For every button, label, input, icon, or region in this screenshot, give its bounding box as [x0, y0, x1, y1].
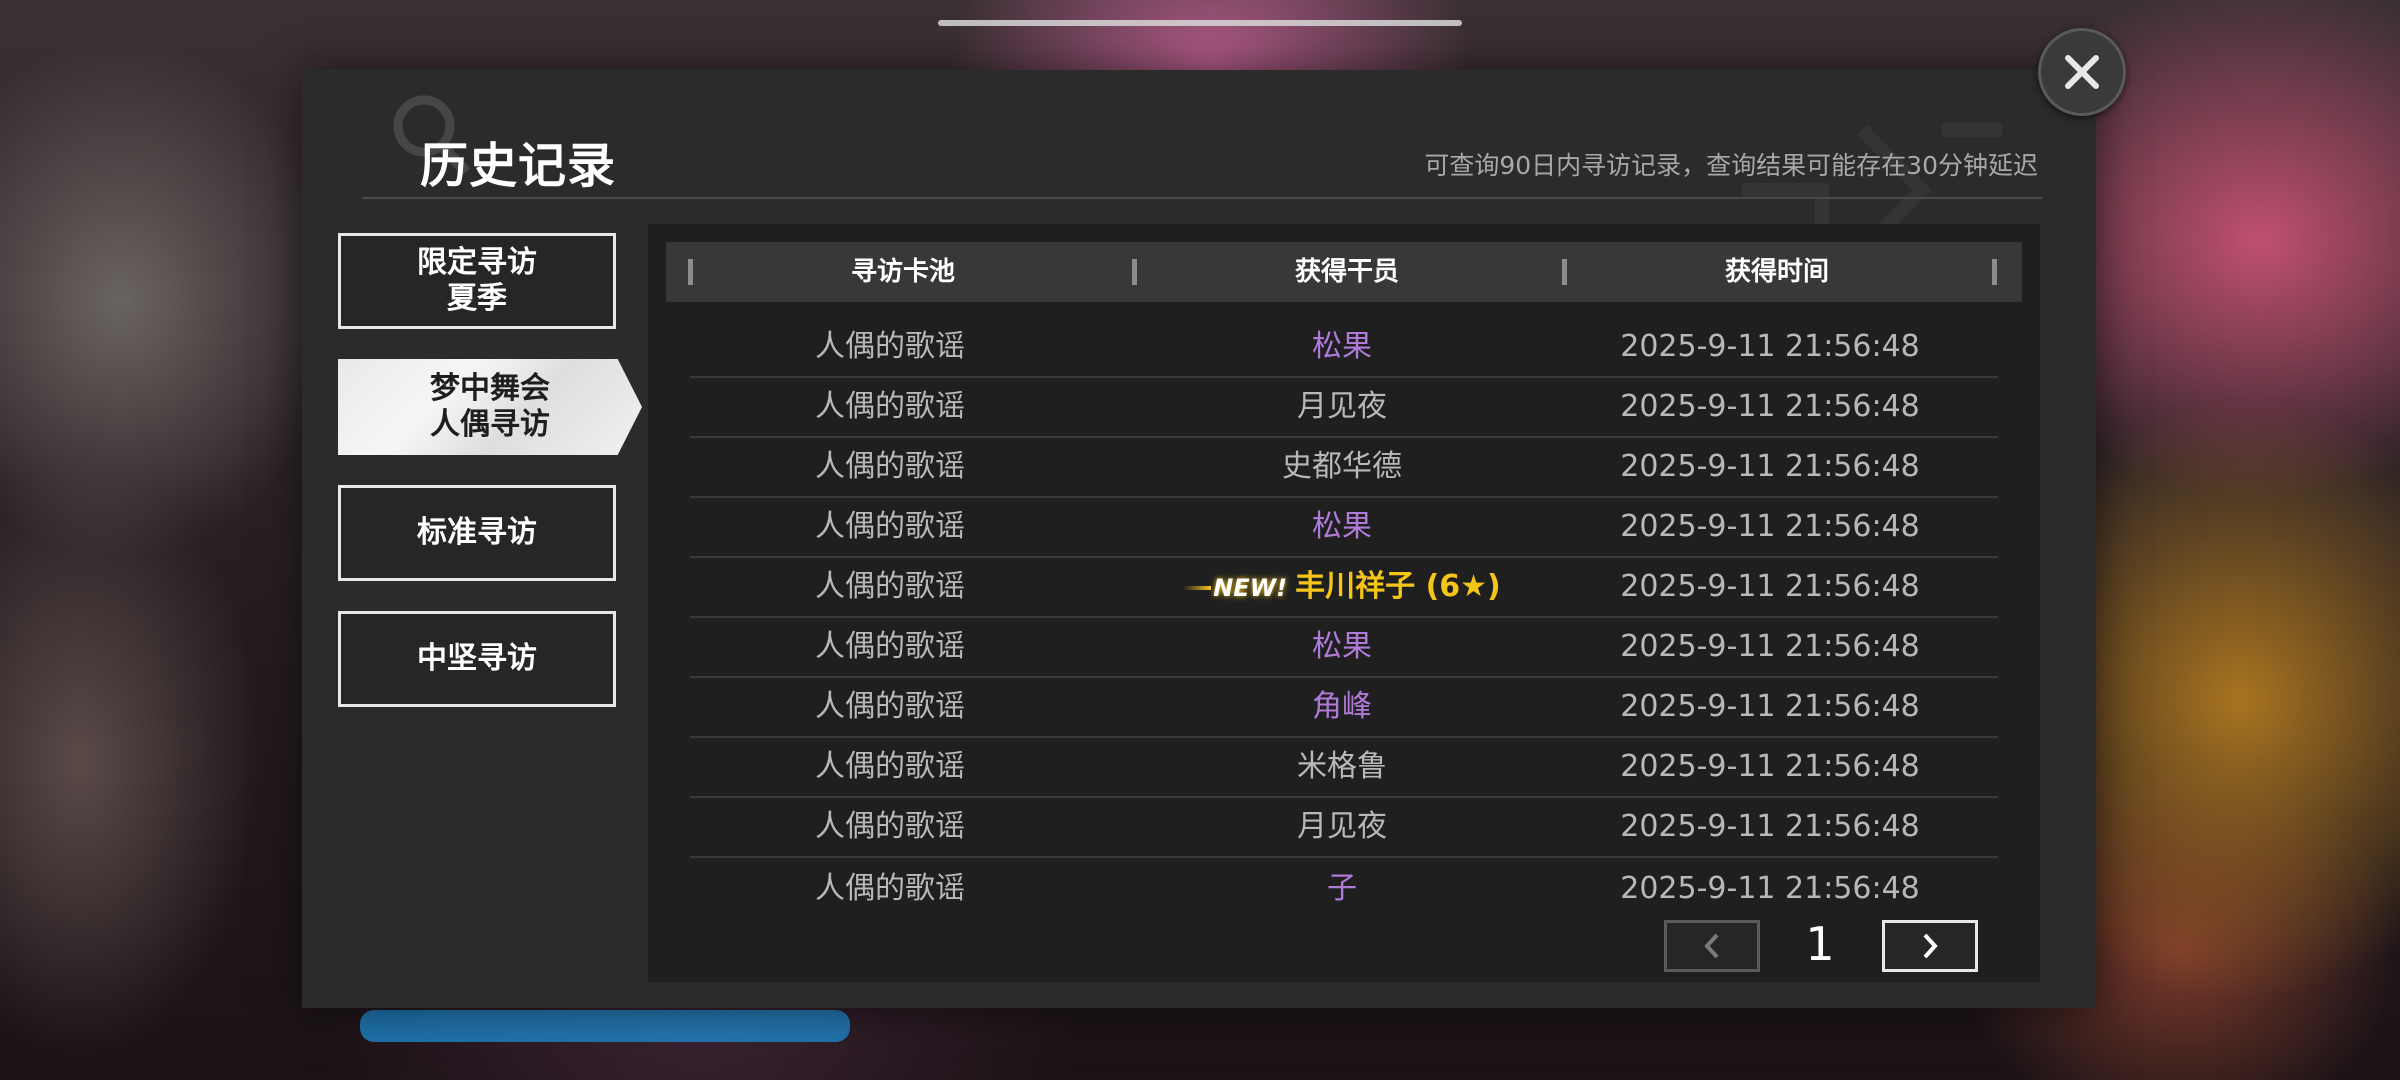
tab-dream-ball-doll[interactable]: 梦中舞会 人偶寻访	[338, 359, 642, 455]
header-pool: 寻访卡池	[850, 257, 955, 287]
cell-time: 2025-9-11 21:56:48	[1620, 749, 1920, 784]
cell-time: 2025-9-11 21:56:48	[1620, 389, 1920, 424]
tab-limited-summer[interactable]: 限定寻访 夏季	[338, 233, 616, 329]
cell-pool: 人偶的歌谣	[815, 689, 965, 724]
cell-pool: 人偶的歌谣	[815, 871, 965, 906]
cell-time: 2025-9-11 21:56:48	[1620, 569, 1920, 604]
cell-operator: 松果	[1312, 509, 1372, 544]
cell-pool: 人偶的歌谣	[815, 569, 965, 604]
prev-page-button[interactable]	[1664, 920, 1760, 972]
cell-operator: 史都华德	[1282, 449, 1402, 484]
table-row: 人偶的歌谣 月见夜 2025-9-11 21:56:48	[690, 798, 1998, 858]
cell-time: 2025-9-11 21:56:48	[1620, 449, 1920, 484]
cell-pool: 人偶的歌谣	[815, 509, 965, 544]
new-streak-decoration	[1183, 585, 1212, 590]
current-page-number: 1	[1805, 917, 1835, 971]
tab-label-line: 中坚寻访	[417, 641, 537, 676]
table-row: 人偶的歌谣 角峰 2025-9-11 21:56:48	[690, 678, 1998, 738]
header-operator: 获得干员	[1294, 257, 1399, 287]
dialog-header: 历史记录 可查询90日内寻访记录，查询结果可能存在30分钟延迟	[302, 70, 2096, 200]
tab-label-line: 夏季	[447, 281, 507, 316]
cell-pool: 人偶的歌谣	[815, 329, 965, 364]
table-row: 人偶的歌谣 松果 2025-9-11 21:56:48	[690, 618, 1998, 678]
close-icon	[2065, 55, 2099, 89]
row-divider	[690, 856, 1998, 858]
cell-operator: 松果	[1312, 629, 1372, 664]
tab-veteran[interactable]: 中坚寻访	[338, 611, 616, 707]
cell-pool: 人偶的歌谣	[815, 449, 965, 484]
header-time: 获得时间	[1724, 257, 1829, 287]
table-row: 人偶的歌谣 松果 2025-9-11 21:56:48	[690, 318, 1998, 378]
cell-operator: 松果	[1312, 329, 1372, 364]
dialog-subtitle: 可查询90日内寻访记录，查询结果可能存在30分钟延迟	[1424, 151, 2038, 180]
tab-standard[interactable]: 标准寻访	[338, 485, 616, 581]
dialog-title: 历史记录	[420, 138, 617, 194]
cell-time: 2025-9-11 21:56:48	[1620, 329, 1920, 364]
operator-name-six-star: 丰川祥子 (6★)	[1295, 569, 1501, 604]
cell-pool: 人偶的歌谣	[815, 809, 965, 844]
tab-label-line: 人偶寻访	[430, 407, 550, 442]
cell-operator: 角峰	[1312, 689, 1372, 724]
tab-label-line: 限定寻访	[417, 245, 537, 280]
cell-time: 2025-9-11 21:56:48	[1620, 509, 1920, 544]
table-row: 人偶的歌谣 月见夜 2025-9-11 21:56:48	[690, 378, 1998, 438]
table-row: 人偶的歌谣 NEW! 丰川祥子 (6★) 2025-9-11 21:56:48	[690, 558, 1998, 618]
next-page-button[interactable]	[1882, 920, 1978, 972]
cell-pool: 人偶的歌谣	[815, 749, 965, 784]
tab-label-line: 梦中舞会	[430, 371, 550, 406]
cell-operator: 子	[1327, 871, 1357, 906]
cell-pool: 人偶的歌谣	[815, 629, 965, 664]
chevron-right-icon	[1923, 933, 1938, 959]
cell-operator-new: NEW! 丰川祥子 (6★)	[1142, 558, 1542, 616]
background-blue-strip	[360, 1010, 850, 1042]
table-row: 人偶的歌谣 子 2025-9-11 21:56:48	[690, 860, 1998, 920]
home-indicator	[938, 20, 1462, 26]
table-header: 寻访卡池 获得干员 获得时间	[666, 242, 2022, 302]
new-badge: NEW!	[1213, 574, 1288, 602]
chevron-left-icon	[1704, 933, 1719, 959]
table-row: 人偶的歌谣 松果 2025-9-11 21:56:48	[690, 498, 1998, 558]
cell-operator: 米格鲁	[1297, 749, 1387, 784]
header-separator	[1992, 259, 1997, 285]
table-row: 人偶的歌谣 史都华德 2025-9-11 21:56:48	[690, 438, 1998, 498]
cell-pool: 人偶的歌谣	[815, 389, 965, 424]
cell-operator: 月见夜	[1297, 389, 1387, 424]
cell-time: 2025-9-11 21:56:48	[1620, 871, 1920, 906]
header-divider	[362, 197, 2042, 199]
cell-time: 2025-9-11 21:56:48	[1620, 629, 1920, 664]
tab-label-line: 标准寻访	[417, 515, 537, 550]
cell-time: 2025-9-11 21:56:48	[1620, 809, 1920, 844]
table-row: 人偶的歌谣 米格鲁 2025-9-11 21:56:48	[690, 738, 1998, 798]
cell-operator: 月见夜	[1297, 809, 1387, 844]
close-button[interactable]	[2038, 28, 2126, 116]
cell-time: 2025-9-11 21:56:48	[1620, 689, 1920, 724]
